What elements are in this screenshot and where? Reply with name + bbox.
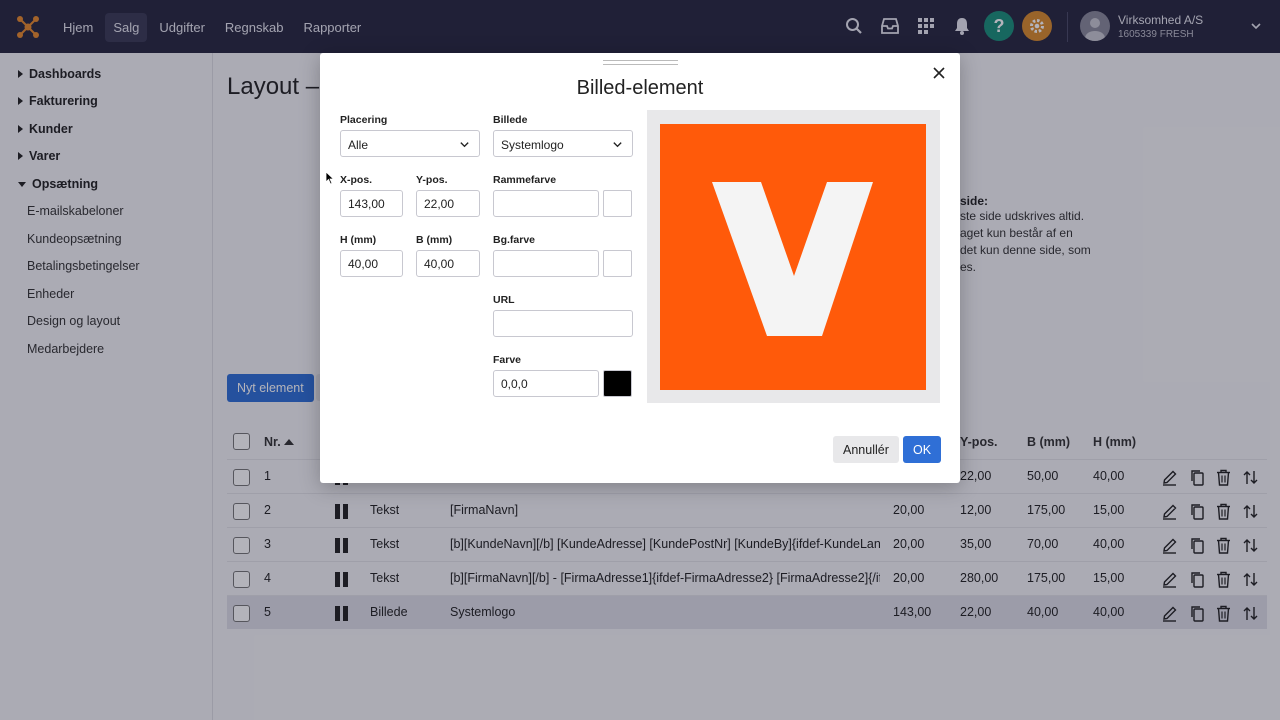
- ypos-input[interactable]: [416, 190, 480, 217]
- placering-label: Placering: [340, 114, 388, 126]
- b-label: B (mm): [416, 234, 453, 246]
- h-input[interactable]: [340, 250, 403, 277]
- url-input[interactable]: [493, 310, 633, 337]
- bgfarve-swatch[interactable]: [603, 250, 632, 277]
- cancel-button[interactable]: Annullér: [833, 436, 899, 463]
- bgfarve-input[interactable]: [493, 250, 599, 277]
- bgfarve-label: Bg.farve: [493, 234, 536, 246]
- drag-handle[interactable]: [603, 60, 678, 65]
- placering-select[interactable]: Alle: [340, 130, 480, 157]
- dialog-title: Billed-element: [576, 77, 704, 99]
- farve-swatch[interactable]: [603, 370, 632, 397]
- rammefarve-swatch[interactable]: [603, 190, 632, 217]
- xpos-label: X-pos.: [340, 174, 373, 186]
- url-label: URL: [493, 294, 515, 306]
- close-icon[interactable]: [931, 65, 947, 81]
- rammefarve-input[interactable]: [493, 190, 599, 217]
- system-logo-image: [660, 124, 926, 390]
- billede-select[interactable]: Systemlogo: [493, 130, 633, 157]
- v-logo-icon: [712, 182, 873, 336]
- b-input[interactable]: [416, 250, 480, 277]
- chevron-down-icon: [613, 142, 622, 148]
- xpos-input[interactable]: [340, 190, 403, 217]
- ok-button[interactable]: OK: [903, 436, 942, 463]
- chevron-down-icon: [460, 142, 469, 148]
- farve-input[interactable]: [493, 370, 599, 397]
- image-element-dialog: Billed-element Placering Alle Billede Sy…: [320, 53, 960, 483]
- billede-label: Billede: [493, 114, 528, 126]
- image-preview: [647, 110, 940, 403]
- mouse-cursor-icon: [325, 171, 335, 185]
- ypos-label: Y-pos.: [416, 174, 448, 186]
- h-label: H (mm): [340, 234, 377, 246]
- rammefarve-label: Rammefarve: [493, 174, 557, 186]
- farve-label: Farve: [493, 354, 522, 366]
